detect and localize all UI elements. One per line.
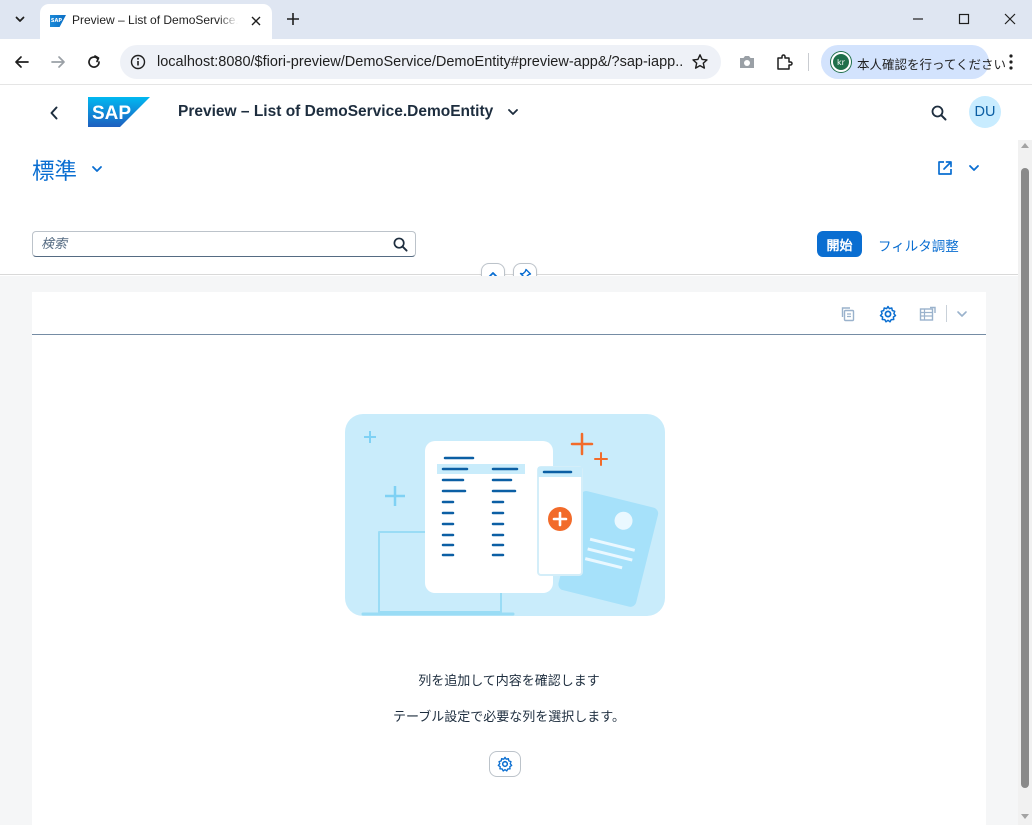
gear-icon — [497, 756, 513, 772]
sap-logo-text: SAP — [92, 103, 131, 124]
copy-button[interactable] — [838, 304, 858, 324]
search-icon — [931, 105, 947, 121]
shell-search-button[interactable] — [928, 102, 950, 124]
url-text[interactable]: localhost:8080/$fiori-preview/DemoServic… — [157, 54, 682, 70]
minimize-button[interactable] — [903, 8, 933, 30]
tab-title: Preview – List of DemoService.DemoEntity — [72, 13, 238, 27]
maximize-icon — [958, 13, 970, 25]
copy-icon — [841, 307, 855, 322]
share-icon — [938, 161, 952, 175]
toolbar-separator — [808, 53, 809, 71]
search-icon[interactable] — [391, 235, 409, 253]
extensions-icon[interactable] — [773, 51, 795, 73]
chevron-down-icon — [508, 109, 518, 115]
shell-back-button[interactable] — [44, 103, 64, 123]
window-close-button[interactable] — [995, 8, 1025, 30]
browser-menu-button[interactable] — [1000, 51, 1022, 73]
table-toolbar — [32, 292, 986, 335]
profile-button[interactable]: kr 本人確認を行ってください — [821, 45, 1006, 79]
variant-management-title[interactable]: 標準 — [32, 154, 77, 186]
export-icon — [919, 306, 936, 321]
minimize-icon — [913, 18, 923, 20]
chevron-down-icon — [15, 16, 25, 22]
scroll-up-arrow[interactable] — [1021, 143, 1029, 148]
address-bar[interactable]: localhost:8080/$fiori-preview/DemoServic… — [120, 45, 721, 79]
sap-logo[interactable]: SAP — [88, 97, 150, 127]
plus-icon — [287, 13, 299, 25]
app-title[interactable]: Preview – List of DemoService.DemoEntity — [178, 103, 493, 121]
profile-status-text: 本人確認を行ってください — [857, 57, 1007, 72]
chevron-down-icon — [957, 311, 967, 317]
adapt-filters-button[interactable]: フィルタ調整 — [878, 235, 959, 255]
maximize-button[interactable] — [949, 8, 979, 30]
search-field[interactable] — [32, 231, 416, 257]
toolbar-separator — [946, 305, 947, 322]
tab-close-button[interactable] — [248, 13, 264, 29]
dynamic-page-header: 標準 開始 フィルタ調整 — [0, 140, 1018, 275]
new-tab-button[interactable] — [282, 8, 304, 30]
reload-icon — [88, 55, 100, 68]
scroll-down-arrow[interactable] — [1021, 814, 1029, 819]
reload-button[interactable] — [82, 50, 106, 74]
more-vertical-icon — [1009, 54, 1013, 70]
site-info-icon[interactable] — [129, 53, 147, 71]
go-button[interactable]: 開始 — [817, 231, 862, 257]
share-menu-button[interactable] — [936, 157, 980, 179]
back-button[interactable] — [10, 50, 34, 74]
chevron-down-icon — [92, 166, 102, 172]
arrow-left-icon — [15, 56, 29, 68]
gear-icon — [879, 305, 897, 323]
export-button[interactable] — [918, 304, 938, 324]
chevron-left-icon — [50, 106, 58, 120]
export-menu-button[interactable] — [952, 304, 972, 324]
empty-state-description: テーブル設定で必要な列を選択します。 — [393, 710, 625, 725]
camera-icon[interactable] — [736, 51, 758, 73]
browser-tab-strip: SAP Preview – List of DemoService.DemoEn… — [0, 0, 1032, 39]
tab-search-button[interactable] — [7, 7, 33, 31]
browser-tab-active[interactable]: SAP Preview – List of DemoService.DemoEn… — [40, 4, 272, 39]
search-input[interactable] — [41, 235, 381, 253]
close-icon — [1004, 13, 1016, 25]
user-avatar[interactable]: DU — [969, 96, 1001, 128]
app-title-chevron[interactable] — [505, 104, 521, 120]
vertical-scrollbar[interactable] — [1018, 140, 1032, 825]
close-icon — [251, 16, 261, 26]
variant-dropdown[interactable] — [89, 161, 105, 177]
empty-state-settings-button[interactable] — [489, 751, 521, 777]
bookmark-star-icon[interactable] — [691, 53, 709, 71]
scrollbar-thumb[interactable] — [1021, 168, 1029, 788]
browser-toolbar: localhost:8080/$fiori-preview/DemoServic… — [0, 39, 1032, 85]
sap-favicon-icon: SAP — [50, 15, 66, 27]
arrow-right-icon — [51, 56, 65, 68]
table-settings-button[interactable] — [878, 304, 898, 324]
profile-avatar: kr — [831, 52, 851, 72]
forward-button[interactable] — [46, 50, 70, 74]
table-container: 列を追加して内容を確認します テーブル設定で必要な列を選択します。 — [32, 292, 986, 825]
shell-bar: SAP Preview – List of DemoService.DemoEn… — [0, 86, 1032, 140]
empty-state-title: 列を追加して内容を確認します — [418, 674, 600, 689]
chevron-down-icon — [969, 165, 979, 171]
empty-table-illustration — [345, 414, 665, 616]
